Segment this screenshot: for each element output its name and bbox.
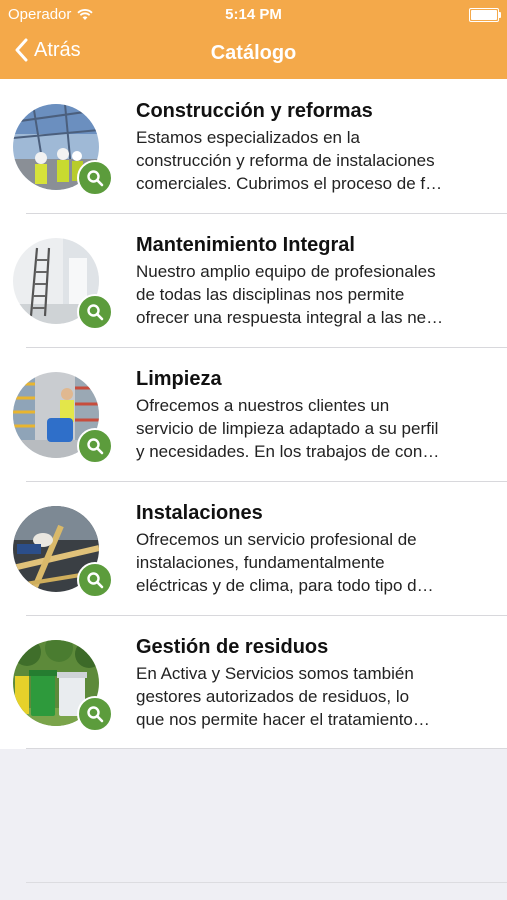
list-item[interactable]: Instalaciones Ofrecemos un servicio prof…	[0, 481, 507, 615]
zoom-button[interactable]	[77, 428, 113, 464]
search-icon	[87, 706, 104, 723]
header: Operador 5:14 PM Atrás Catálogo	[0, 0, 507, 79]
divider	[26, 882, 507, 883]
description-line: eléctricas y de clima, para todo tipo d…	[136, 576, 434, 595]
description-line: servicio de limpieza adaptado a su perfi…	[136, 419, 439, 438]
item-title: Limpieza	[136, 368, 222, 390]
zoom-button[interactable]	[77, 294, 113, 330]
item-text: Instalaciones Ofrecemos un servicio prof…	[136, 501, 493, 597]
description-line: instalaciones, fundamentalmente	[136, 553, 385, 572]
item-title: Gestión de residuos	[136, 636, 329, 658]
item-title: Mantenimiento Integral	[136, 234, 355, 256]
description-line: Estamos especializados en la	[136, 128, 360, 147]
description-line: de todas las disciplinas nos permite	[136, 285, 405, 304]
search-icon	[87, 438, 104, 455]
item-text: Limpieza Ofrecemos a nuestros clientes u…	[136, 367, 493, 463]
description-line: construcción y reforma de instalaciones	[136, 151, 435, 170]
item-description: Ofrecemos un servicio profesional de ins…	[136, 528, 493, 597]
description-line: y necesidades. En los trabajos de con…	[136, 442, 440, 461]
zoom-button[interactable]	[77, 696, 113, 732]
item-description: Ofrecemos a nuestros clientes un servici…	[136, 394, 493, 463]
item-title: Construcción y reformas	[136, 100, 373, 122]
list-item[interactable]: Construcción y reformas Estamos especial…	[0, 79, 507, 213]
search-icon	[87, 304, 104, 321]
zoom-button[interactable]	[77, 160, 113, 196]
list-item[interactable]: Mantenimiento Integral Nuestro amplio eq…	[0, 213, 507, 347]
battery-icon	[469, 8, 501, 22]
item-text: Gestión de residuos En Activa y Servicio…	[136, 635, 493, 731]
description-line: Ofrecemos un servicio profesional de	[136, 530, 417, 549]
search-icon	[87, 170, 104, 187]
description-line: que nos permite hacer el tratamiento…	[136, 710, 430, 729]
description-line: En Activa y Servicios somos también	[136, 664, 414, 683]
item-description: Estamos especializados en la construcció…	[136, 126, 493, 195]
page-title: Catálogo	[210, 42, 297, 64]
description-line: ofrecer una respuesta integral a las ne…	[136, 308, 444, 327]
item-description: Nuestro amplio equipo de profesionales d…	[136, 260, 493, 329]
item-description: En Activa y Servicios somos también gest…	[136, 662, 493, 731]
description-line: gestores autorizados de residuos, lo	[136, 687, 410, 706]
list-item[interactable]: Gestión de residuos En Activa y Servicio…	[0, 615, 507, 749]
list-item[interactable]: Limpieza Ofrecemos a nuestros clientes u…	[0, 347, 507, 481]
item-text: Mantenimiento Integral Nuestro amplio eq…	[136, 233, 493, 329]
zoom-button[interactable]	[77, 562, 113, 598]
item-text: Construcción y reformas Estamos especial…	[136, 99, 493, 195]
search-icon	[87, 572, 104, 589]
catalog-list: Construcción y reformas Estamos especial…	[0, 79, 507, 749]
description-line: comerciales. Cubrimos el proceso de f…	[136, 174, 443, 193]
status-bar: Operador 5:14 PM	[0, 0, 507, 28]
description-line: Ofrecemos a nuestros clientes un	[136, 396, 390, 415]
description-line: Nuestro amplio equipo de profesionales	[136, 262, 436, 281]
nav-bar: Atrás Catálogo	[0, 28, 507, 79]
status-time: 5:14 PM	[225, 6, 282, 23]
item-title: Instalaciones	[136, 502, 263, 524]
